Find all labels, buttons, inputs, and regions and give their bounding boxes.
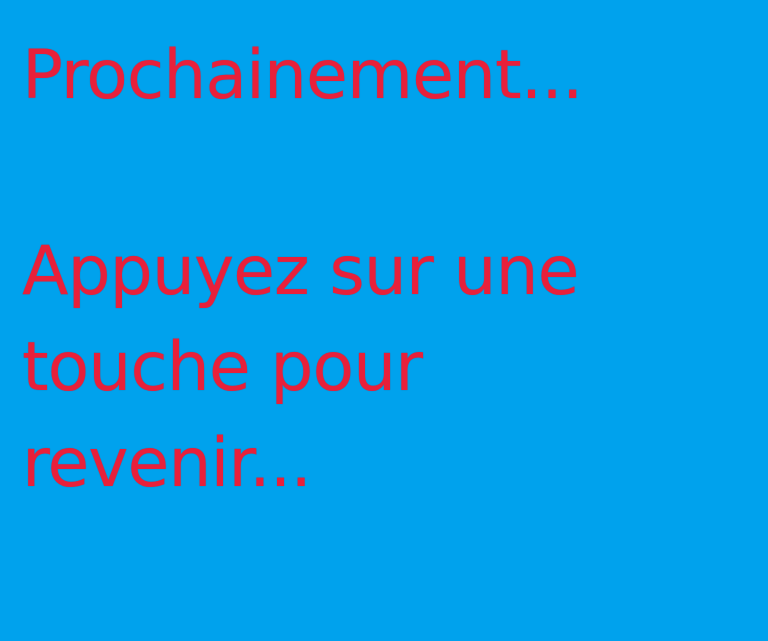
coming-soon-title: Prochainement...	[22, 36, 584, 115]
return-prompt-line-1: Appuyez sur une	[22, 232, 579, 311]
return-prompt-line-3: revenir...	[22, 424, 312, 503]
coming-soon-screen[interactable]: Prochainement... Appuyez sur une touche …	[0, 0, 768, 641]
return-prompt-line-2: touche pour	[22, 328, 423, 407]
